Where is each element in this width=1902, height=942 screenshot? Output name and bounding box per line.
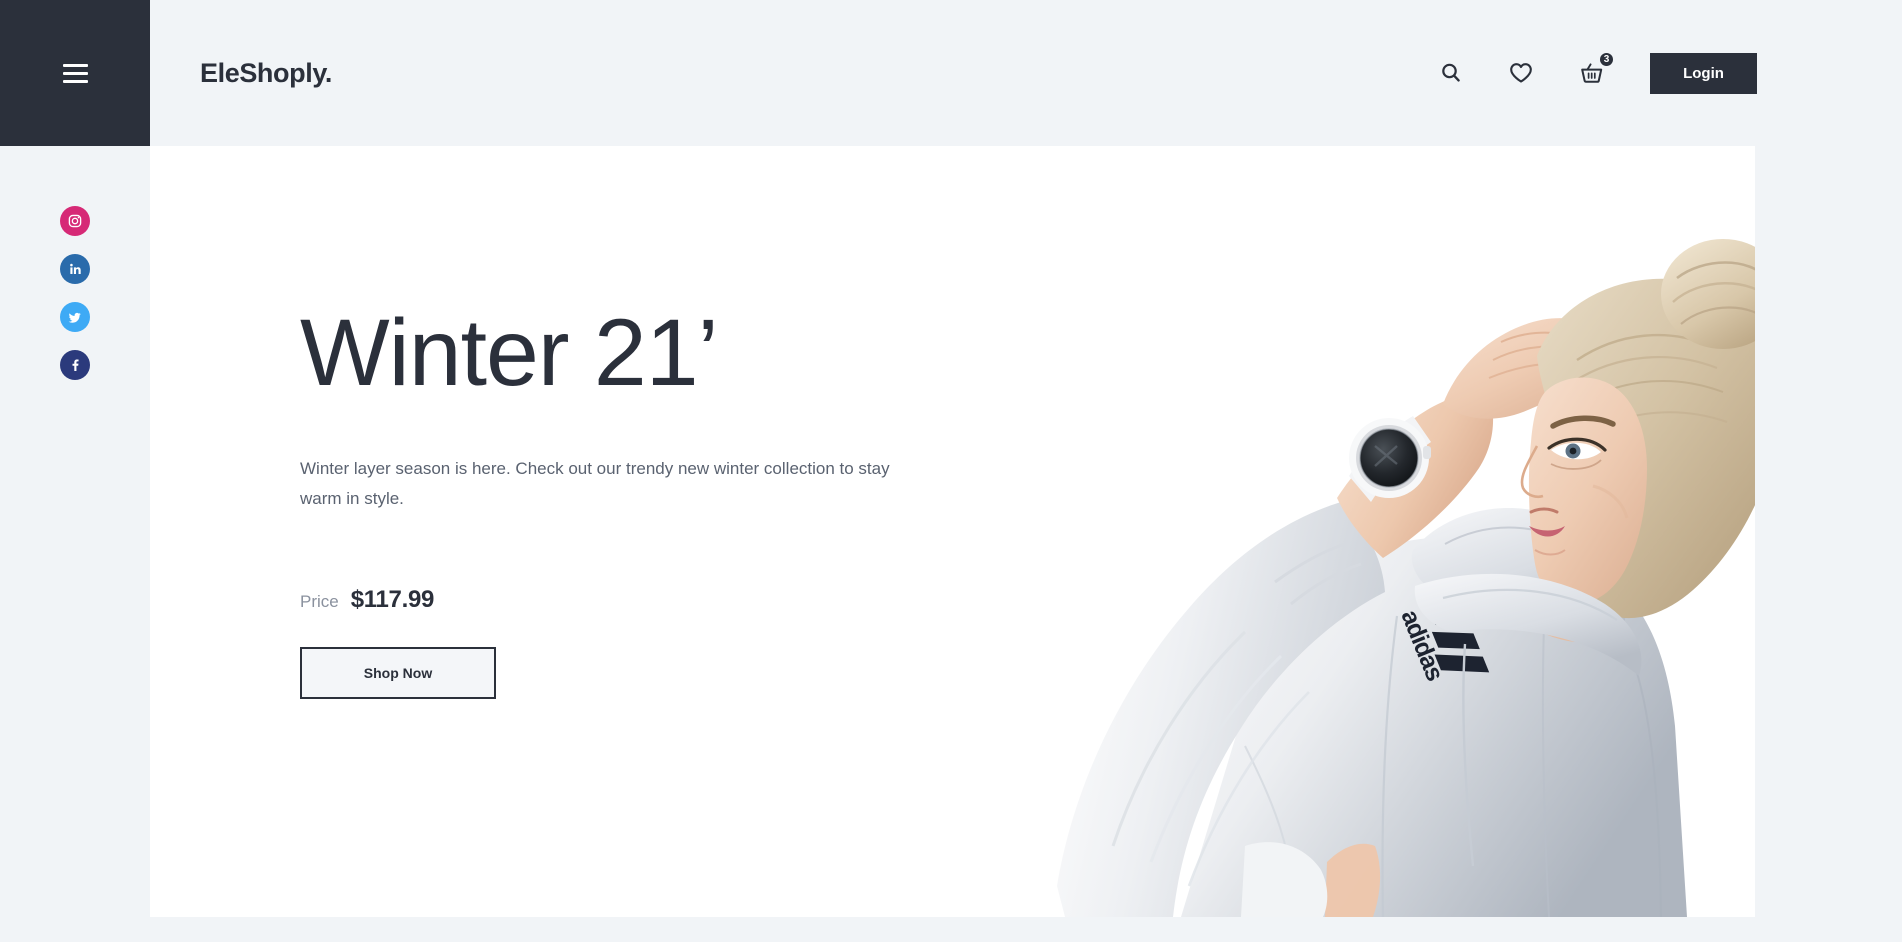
woman-in-white-hoodie-photo: adidas [945, 146, 1755, 917]
search-icon [1442, 63, 1460, 82]
hero-description: Winter layer season is here. Check out o… [300, 459, 890, 508]
menu-toggle-button[interactable] [0, 0, 150, 146]
linkedin-icon [70, 263, 81, 274]
header-actions: 3 Login [1439, 0, 1757, 146]
facebook-icon [72, 359, 79, 371]
social-link-twitter[interactable] [60, 302, 90, 332]
hero-title: Winter 21’ [300, 300, 719, 406]
social-sidebar [0, 146, 150, 942]
brand-logo[interactable]: EleShoply. [200, 58, 332, 89]
search-button[interactable] [1439, 61, 1463, 85]
cart-count-badge: 3 [1598, 51, 1615, 68]
shop-now-button[interactable]: Shop Now [300, 646, 496, 699]
instagram-icon [68, 214, 82, 228]
price-value: $117.99 [350, 585, 435, 613]
page-root: EleShoply. 3 Login Winter 21’ Winter lay… [0, 0, 1902, 942]
social-link-facebook[interactable] [60, 350, 90, 380]
site-header: EleShoply. 3 Login [150, 0, 1902, 146]
social-link-linkedin[interactable] [60, 254, 90, 284]
login-button[interactable]: Login [1650, 52, 1757, 94]
hamburger-menu-icon [62, 63, 88, 83]
heart-icon [1510, 63, 1532, 83]
hero-product-image: adidas [945, 146, 1755, 917]
hero-text-block: Winter 21’ Winter layer season is here. … [300, 306, 1000, 699]
price-label: Price [300, 591, 339, 611]
price-row: Price $117.99 [300, 586, 1000, 614]
wishlist-button[interactable] [1508, 61, 1534, 85]
twitter-icon [68, 312, 81, 323]
social-link-instagram[interactable] [60, 206, 90, 236]
cart-button[interactable]: 3 [1579, 51, 1615, 85]
hero-card: Winter 21’ Winter layer season is here. … [150, 146, 1755, 917]
